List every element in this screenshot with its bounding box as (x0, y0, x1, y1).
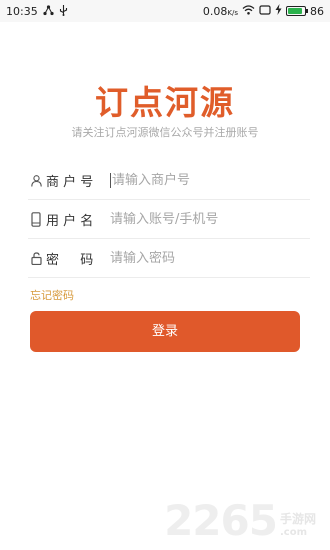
battery-level: 86 (310, 4, 324, 18)
watermark-suffix: .com (279, 527, 308, 538)
phone-icon (28, 212, 44, 227)
charging-icon (275, 4, 282, 18)
battery-icon (286, 6, 308, 16)
wifi-icon (242, 4, 255, 18)
username-label: 用 户 名 (46, 214, 94, 229)
login-button[interactable]: 登录 (30, 311, 300, 352)
merchant-label: 商 户 号 (46, 175, 94, 190)
app-subtitle: 请关注订点河源微信公众号并注册账号 (71, 126, 259, 139)
watermark-number: 2265 (164, 496, 278, 545)
watermark-side: 手游网 .com (280, 510, 316, 538)
watermark: 2265 手游网 .com (164, 500, 316, 542)
share-icon (43, 4, 54, 18)
usb-icon (59, 4, 68, 18)
password-row: 密 码 (28, 240, 310, 278)
watermark-site: 手游网 (279, 512, 316, 526)
status-time: 10:35 (6, 4, 38, 18)
network-speed: 0.08K/s (203, 5, 238, 18)
app-logo-title: 订点河源 (95, 83, 235, 122)
login-form: 商 户 号 用 户 名 密 码 (28, 162, 310, 279)
merchant-input[interactable] (112, 168, 310, 193)
network-speed-value: 0.08 (202, 4, 228, 18)
username-input[interactable] (110, 207, 310, 232)
password-label: 密 码 (46, 253, 94, 268)
lock-icon (28, 252, 44, 265)
forgot-password-link[interactable]: 忘记密码 (30, 287, 74, 303)
sim-card-icon (259, 4, 271, 18)
text-cursor (110, 173, 111, 188)
merchant-row: 商 户 号 (28, 162, 310, 200)
person-icon (28, 174, 44, 187)
battery-fill (288, 8, 302, 14)
password-input[interactable] (110, 246, 310, 271)
status-bar: 10:35 0.08K/s 86 (0, 0, 330, 22)
username-row: 用 户 名 (28, 201, 310, 239)
network-speed-unit: K/s (227, 8, 238, 17)
